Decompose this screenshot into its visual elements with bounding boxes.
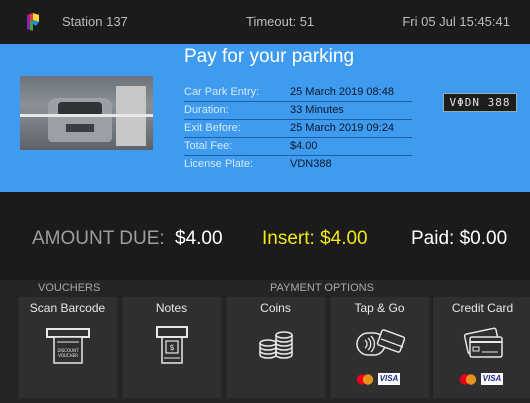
detail-value: 33 Minutes bbox=[290, 104, 344, 116]
contactless-card-icon bbox=[356, 329, 405, 356]
amount-due-label: AMOUNT DUE: bbox=[32, 228, 165, 249]
svg-text:VOUCHER: VOUCHER bbox=[58, 353, 78, 358]
barcode-voucher-icon: DISCOUNT VOUCHER bbox=[46, 328, 90, 364]
insert-amount: Insert: $4.00 bbox=[262, 228, 368, 249]
tile-label: Tap & Go bbox=[354, 301, 405, 315]
card-brand-logos: VISA bbox=[356, 373, 406, 385]
credit-card-button[interactable]: Credit Card VISA bbox=[432, 297, 530, 398]
tile-label: Credit Card bbox=[451, 301, 514, 315]
detail-value: VDN388 bbox=[290, 158, 332, 170]
detail-label: Exit Before: bbox=[184, 122, 241, 134]
parking-details-table: Car Park Entry: 25 March 2019 08:48 Dura… bbox=[184, 84, 412, 173]
station-label: Station 137 bbox=[62, 14, 128, 29]
coins-button[interactable]: Coins bbox=[225, 297, 325, 398]
vehicle-photo bbox=[20, 76, 153, 150]
detail-row-entry: Car Park Entry: 25 March 2019 08:48 bbox=[184, 84, 412, 102]
detail-label: Total Fee: bbox=[184, 140, 233, 152]
banknote-icon: $ bbox=[156, 326, 188, 364]
amount-due-value: $4.00 bbox=[175, 228, 223, 249]
top-status-bar: Station 137 Timeout: 51 Fri 05 Jul 15:45… bbox=[0, 0, 530, 44]
tile-label: Coins bbox=[260, 301, 291, 315]
detail-label: Duration: bbox=[184, 104, 229, 116]
detail-label: License Plate: bbox=[184, 158, 254, 170]
tap-and-go-button[interactable]: Tap & Go VISA bbox=[329, 297, 429, 398]
svg-text:$: $ bbox=[169, 343, 174, 352]
timeout-counter: Timeout: 51 bbox=[246, 14, 315, 29]
datetime-display: Fri 05 Jul 15:45:41 bbox=[402, 14, 510, 29]
paid-amount: Paid: $0.00 bbox=[411, 228, 508, 249]
coins-icon bbox=[259, 331, 293, 359]
license-plate-image: VΦDN 388 bbox=[443, 93, 517, 112]
detail-value: $4.00 bbox=[290, 140, 318, 152]
detail-value: 25 March 2019 08:48 bbox=[290, 86, 394, 98]
detail-row-plate: License Plate: VDN388 bbox=[184, 156, 412, 173]
page-title: Pay for your parking bbox=[184, 46, 355, 67]
card-brand-logos: VISA bbox=[459, 373, 509, 385]
detail-label: Car Park Entry: bbox=[184, 86, 260, 98]
tile-label: Notes bbox=[155, 301, 188, 315]
kiosk-screen: Station 137 Timeout: 51 Fri 05 Jul 15:45… bbox=[0, 0, 530, 403]
detail-row-duration: Duration: 33 Minutes bbox=[184, 102, 412, 120]
barrier-arm bbox=[20, 114, 153, 117]
visa-icon: VISA bbox=[481, 373, 503, 385]
brand-logo-icon bbox=[27, 13, 39, 31]
scan-barcode-button[interactable]: Scan Barcode DISCOUNT VOUCHER bbox=[17, 297, 117, 398]
credit-card-icon bbox=[463, 327, 503, 358]
tile-label: Scan Barcode bbox=[29, 301, 106, 315]
parking-info-panel: Pay for your parking Car Park Entry: 25 … bbox=[0, 44, 530, 192]
payment-section: VOUCHERS PAYMENT OPTIONS Scan Barcode DI… bbox=[0, 280, 530, 403]
car-image bbox=[48, 98, 112, 142]
visa-icon: VISA bbox=[378, 373, 400, 385]
amount-section: AMOUNT DUE: $4.00 Insert: $4.00 Paid: $0… bbox=[0, 192, 530, 280]
detail-row-exit: Exit Before: 25 March 2019 09:24 bbox=[184, 120, 412, 138]
payment-options-heading: PAYMENT OPTIONS bbox=[270, 282, 374, 294]
detail-row-fee: Total Fee: $4.00 bbox=[184, 138, 412, 156]
vouchers-heading: VOUCHERS bbox=[38, 282, 101, 294]
detail-value: 25 March 2019 09:24 bbox=[290, 122, 394, 134]
mastercard-icon bbox=[459, 374, 477, 385]
mastercard-icon bbox=[356, 374, 374, 385]
notes-button[interactable]: Notes $ bbox=[121, 297, 221, 398]
